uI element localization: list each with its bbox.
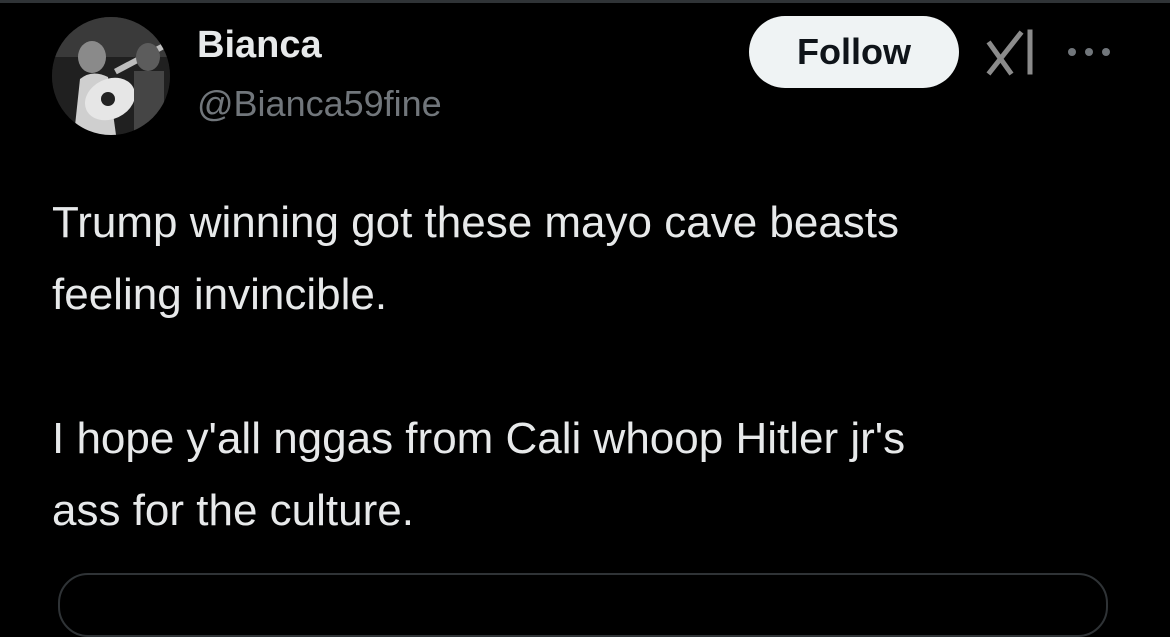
follow-button[interactable]: Follow — [749, 16, 959, 88]
tweet-text: Trump winning got these mayo cave beasts… — [52, 187, 1132, 547]
tweet-card: Bianca @Bianca59fine Follow Trump winnin… — [0, 0, 1170, 637]
avatar[interactable] — [52, 17, 170, 135]
author-display-name[interactable]: Bianca — [197, 22, 322, 68]
avatar-image — [52, 17, 170, 135]
tweet-text-line: ass for the culture. — [52, 486, 414, 535]
tweet-text-line: I hope y'all nggas from Cali whoop Hitle… — [52, 414, 906, 463]
more-horizontal-icon[interactable] — [1064, 40, 1114, 64]
embedded-card-edge[interactable] — [58, 573, 1108, 637]
grok-icon[interactable] — [986, 28, 1038, 78]
tweet-text-line: feeling invincible. — [52, 270, 388, 319]
tweet-text-line: Trump winning got these mayo cave beasts — [52, 198, 900, 247]
author-handle[interactable]: @Bianca59fine — [197, 82, 442, 126]
